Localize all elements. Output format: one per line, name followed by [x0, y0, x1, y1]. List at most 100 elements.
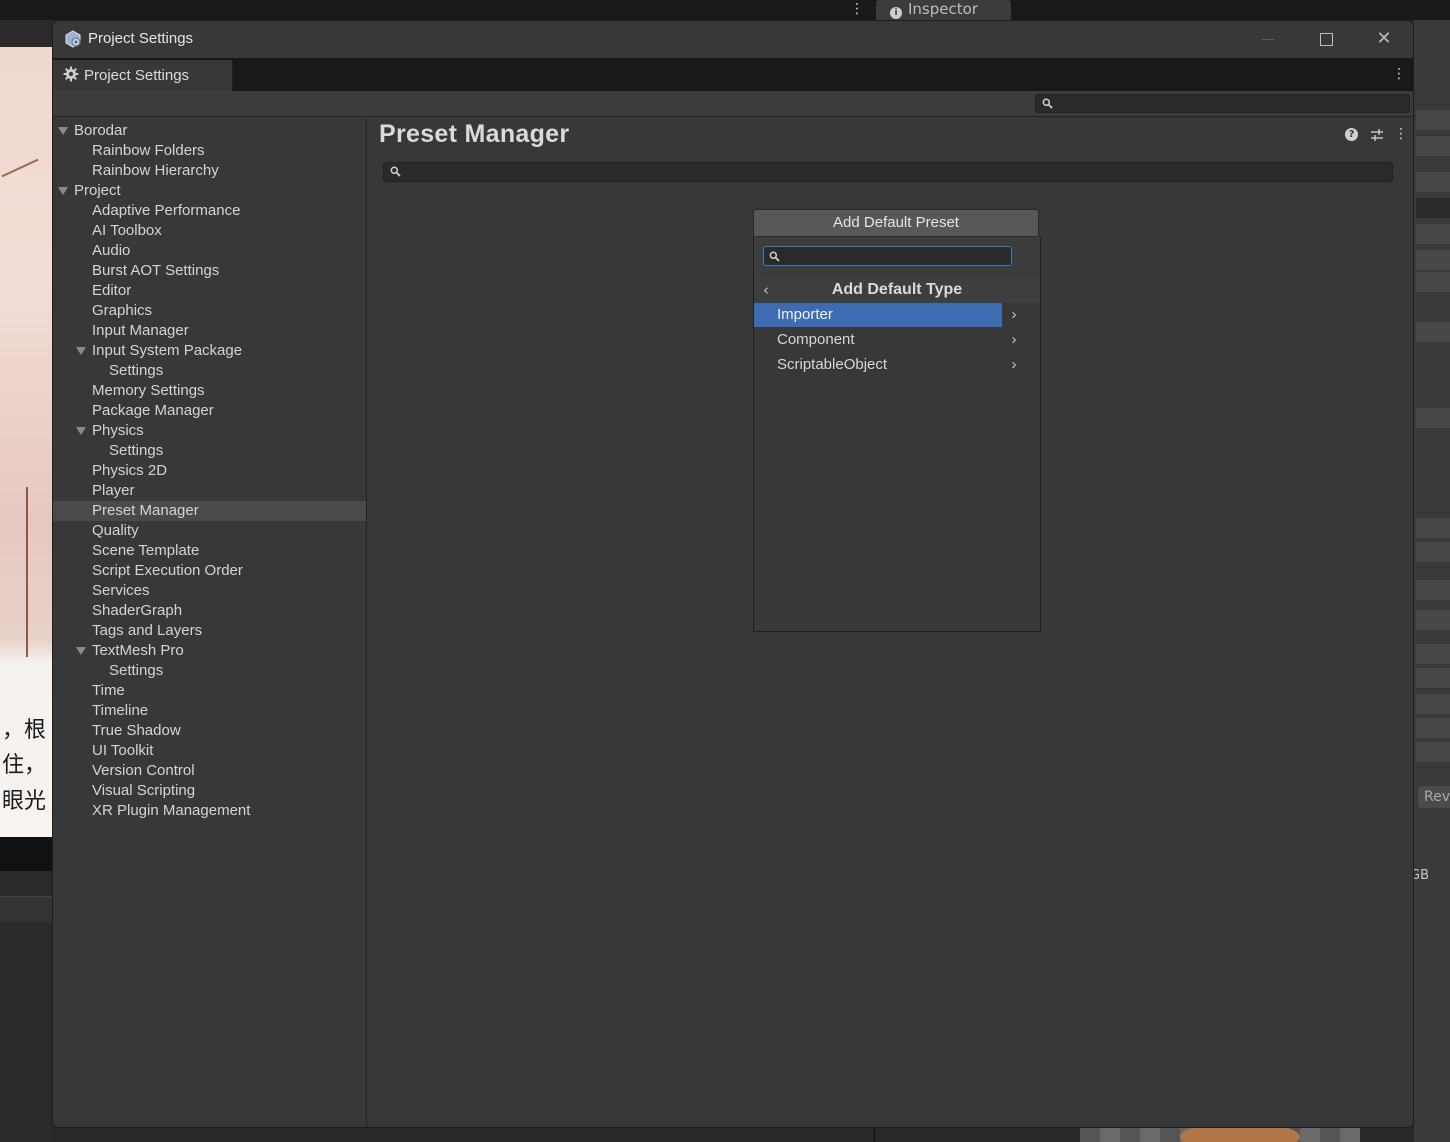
help-icon[interactable]: ? — [1345, 128, 1358, 141]
dropdown-item-label: Component — [777, 331, 855, 348]
sidebar-item[interactable]: Rainbow Hierarchy — [53, 161, 366, 181]
artwork-text-line: 住， — [2, 753, 47, 778]
sidebar-item[interactable]: Physics — [53, 421, 366, 441]
sidebar-item[interactable]: Tags and Layers — [53, 621, 366, 641]
dropdown-item[interactable]: ScriptableObject › — [754, 353, 1040, 377]
chevron-right-icon[interactable]: › — [1006, 303, 1022, 327]
expand-arrow-icon[interactable] — [76, 647, 86, 655]
sidebar-item-label: Borodar — [74, 122, 128, 139]
revert-button[interactable]: Rev — [1418, 786, 1450, 808]
settings-toolbar — [53, 91, 1413, 117]
sidebar-item-label: Burst AOT Settings — [92, 262, 220, 279]
inspector-row — [1416, 110, 1450, 130]
sidebar-item[interactable]: Visual Scripting — [53, 781, 366, 801]
sidebar-item[interactable]: Burst AOT Settings — [53, 261, 366, 281]
close-button[interactable]: ✕ — [1355, 21, 1413, 57]
sidebar-item[interactable]: Services — [53, 581, 366, 601]
sidebar-item[interactable]: Preset Manager — [53, 501, 366, 521]
sidebar-item-label: Memory Settings — [92, 382, 205, 399]
sidebar-item[interactable]: Version Control — [53, 761, 366, 781]
inspector-row — [1416, 580, 1450, 600]
sidebar-item-label: Editor — [92, 282, 132, 299]
sidebar-item[interactable]: Settings — [53, 441, 366, 461]
add-default-type-dropdown: Add Default Type ‹ Importer › Component › Sc… — [753, 237, 1041, 632]
sidebar-item[interactable]: XR Plugin Management — [53, 801, 366, 821]
scene-strip — [0, 896, 52, 922]
sidebar-item-label: Settings — [109, 362, 164, 379]
expand-arrow-icon[interactable] — [58, 187, 68, 195]
sidebar-item-label: Tags and Layers — [92, 622, 203, 639]
sidebar-item[interactable]: Input Manager — [53, 321, 366, 341]
chevron-right-icon[interactable]: › — [1006, 353, 1022, 377]
dropdown-search-input[interactable] — [763, 246, 1012, 266]
dropdown-item[interactable]: Component › — [754, 328, 1040, 352]
sidebar-item[interactable]: Input System Package — [53, 341, 366, 361]
editor-top-bar — [0, 0, 1450, 20]
sidebar-item[interactable]: Graphics — [53, 301, 366, 321]
sidebar-item-label: Settings — [109, 662, 164, 679]
inspector-row — [1416, 610, 1450, 630]
sidebar-item-label: Adaptive Performance — [92, 202, 241, 219]
sidebar-item[interactable]: Time — [53, 681, 366, 701]
preset-sliders-icon[interactable] — [1369, 127, 1385, 143]
add-default-preset-button[interactable]: Add Default Preset — [753, 209, 1039, 237]
artwork-text-line: 眼光 — [2, 789, 47, 814]
sidebar-item[interactable]: Settings — [53, 361, 366, 381]
maximize-button[interactable] — [1297, 21, 1355, 57]
dropdown-item[interactable]: Importer › — [754, 303, 1040, 327]
sidebar-item[interactable]: TextMesh Pro — [53, 641, 366, 661]
tab-bar: Project Settings ⋮ — [53, 58, 1413, 91]
settings-search-input[interactable] — [1035, 94, 1410, 113]
tab-project-settings[interactable]: Project Settings — [53, 60, 233, 91]
sidebar-item-label: Time — [92, 682, 125, 699]
search-icon — [769, 251, 780, 262]
inspector-row — [1416, 272, 1450, 292]
sidebar-item[interactable]: UI Toolkit — [53, 741, 366, 761]
sidebar-item-label: Rainbow Hierarchy — [92, 162, 219, 179]
sidebar-item[interactable]: Audio — [53, 241, 366, 261]
sidebar-item[interactable]: AI Toolbox — [53, 221, 366, 241]
back-chevron-icon[interactable]: ‹ — [758, 277, 774, 303]
sidebar-item[interactable]: Settings — [53, 661, 366, 681]
dropdown-item-label: ScriptableObject — [777, 356, 888, 373]
expand-arrow-icon[interactable] — [76, 347, 86, 355]
sidebar-item[interactable]: True Shadow — [53, 721, 366, 741]
sidebar-item[interactable]: Project — [53, 181, 366, 201]
divider — [874, 1127, 875, 1142]
sidebar-item[interactable]: Player — [53, 481, 366, 501]
preset-search-input[interactable] — [383, 162, 1393, 182]
sidebar-item[interactable]: Memory Settings — [53, 381, 366, 401]
sidebar-item[interactable]: Timeline — [53, 701, 366, 721]
sidebar-item-label: Input Manager — [92, 322, 189, 339]
inspector-row — [1416, 718, 1450, 738]
expand-arrow-icon[interactable] — [76, 427, 86, 435]
settings-sidebar: Borodar Rainbow Folders Rainbow Hierarchy P… — [53, 118, 367, 1127]
sidebar-item[interactable]: Scene Template — [53, 541, 366, 561]
tab-menu-icon[interactable]: ⋮ — [1389, 61, 1409, 87]
inspector-row — [1416, 408, 1450, 428]
panel-menu-icon[interactable]: ⋮ — [1394, 124, 1408, 144]
sidebar-item[interactable]: Package Manager — [53, 401, 366, 421]
minimize-button[interactable] — [1239, 21, 1297, 57]
expand-arrow-icon[interactable] — [58, 127, 68, 135]
search-icon — [1042, 98, 1053, 109]
search-icon — [390, 166, 401, 177]
sidebar-item-label: Input System Package — [92, 342, 243, 359]
sidebar-item[interactable]: Adaptive Performance — [53, 201, 366, 221]
sidebar-item[interactable]: ShaderGraph — [53, 601, 366, 621]
sidebar-item-label: Version Control — [92, 762, 195, 779]
sidebar-item[interactable]: Quality — [53, 521, 366, 541]
sidebar-item[interactable]: Rainbow Folders — [53, 141, 366, 161]
window-titlebar[interactable]: Project Settings ✕ — [53, 21, 1413, 57]
sidebar-item-label: Physics — [92, 422, 144, 439]
sidebar-item[interactable]: Editor — [53, 281, 366, 301]
inspector-row — [1416, 198, 1450, 218]
sidebar-item[interactable]: Physics 2D — [53, 461, 366, 481]
sidebar-item-label: Visual Scripting — [92, 782, 196, 799]
chevron-right-icon[interactable]: › — [1006, 328, 1022, 352]
sidebar-item-label: ShaderGraph — [92, 602, 183, 619]
sidebar-item[interactable]: Borodar — [53, 121, 366, 141]
inspector-tab[interactable]: i Inspector — [876, 0, 1011, 20]
sidebar-item[interactable]: Script Execution Order — [53, 561, 366, 581]
editor-kebab-menu-icon[interactable]: ⋮ — [850, 0, 864, 20]
